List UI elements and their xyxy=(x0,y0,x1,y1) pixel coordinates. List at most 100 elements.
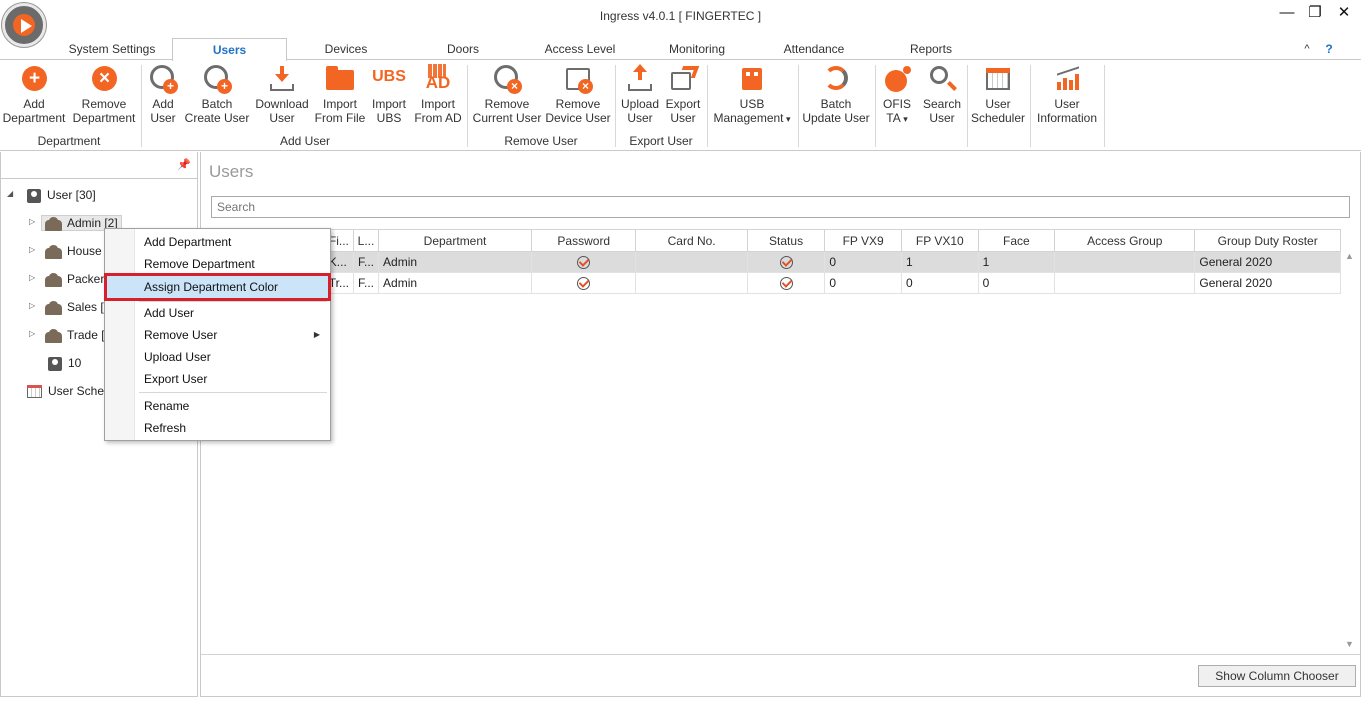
close-button[interactable]: ✕ xyxy=(1330,2,1358,24)
column-header-fp-vx9[interactable]: FP VX9 xyxy=(824,229,902,252)
menu-item-upload-user[interactable]: Upload User xyxy=(107,346,328,368)
group-label-export-user: Export User xyxy=(629,134,693,148)
check-icon xyxy=(577,277,591,291)
users-grid: Fi... L... Department Password Card No. … xyxy=(201,229,1341,294)
context-menu: Add Department Remove Department Assign … xyxy=(104,228,331,441)
tab-doors[interactable]: Doors xyxy=(438,38,488,60)
table-row[interactable]: Tr... F... Admin 0 0 0 General 2020 xyxy=(201,272,1341,294)
group-icon xyxy=(45,328,62,343)
import-from-file-button[interactable]: Import From File xyxy=(314,64,366,125)
tree-node-root[interactable]: User [30] xyxy=(27,184,96,206)
download-user-button[interactable]: Download User xyxy=(253,64,311,125)
user-scheduler-button[interactable]: User Scheduler xyxy=(970,64,1026,125)
minimize-button[interactable]: — xyxy=(1273,2,1301,24)
check-icon xyxy=(779,256,793,270)
group-icon xyxy=(45,300,62,315)
tree-node-sales[interactable]: Sales [1 xyxy=(45,296,110,318)
restore-button[interactable]: ❐ xyxy=(1301,2,1329,24)
user-icon xyxy=(27,188,41,203)
column-header-fp-vx10[interactable]: FP VX10 xyxy=(900,229,979,252)
column-header-group-duty-roster[interactable]: Group Duty Roster xyxy=(1194,229,1341,252)
calendar-icon xyxy=(27,385,42,399)
vertical-scrollbar[interactable]: ▲ ▼ xyxy=(1341,251,1359,651)
menu-item-remove-department[interactable]: Remove Department xyxy=(107,253,328,275)
batch-create-user-button[interactable]: + Batch Create User xyxy=(184,64,250,125)
tree-node-leaf[interactable]: 10 xyxy=(48,352,81,374)
search-input[interactable] xyxy=(211,196,1350,218)
tree-node-trade[interactable]: Trade [ xyxy=(45,324,105,346)
panel-title: Users xyxy=(209,162,254,181)
upload-icon xyxy=(624,64,656,94)
menu-item-refresh[interactable]: Refresh xyxy=(107,417,328,439)
tab-devices[interactable]: Devices xyxy=(311,38,381,60)
expand-arrow-icon[interactable]: ▷ xyxy=(29,273,35,282)
column-header-last-name[interactable]: L... xyxy=(352,229,380,252)
tab-reports[interactable]: Reports xyxy=(900,38,962,60)
menu-item-add-user[interactable]: Add User xyxy=(107,302,328,324)
export-user-button[interactable]: Export User xyxy=(663,64,703,125)
tab-attendance[interactable]: Attendance xyxy=(778,38,850,60)
group-label-add-user: Add User xyxy=(279,134,331,148)
check-icon xyxy=(577,256,591,270)
remove-current-user-button[interactable]: × Remove Current User xyxy=(471,64,543,125)
ofis-ta-icon xyxy=(881,64,913,94)
expand-arrow-icon[interactable]: ▷ xyxy=(29,217,35,226)
menu-item-remove-user[interactable]: Remove User ▶ xyxy=(107,324,328,346)
remove-device-user-button[interactable]: × Remove Device User xyxy=(545,64,611,125)
import-ubs-button[interactable]: UBS Import UBS xyxy=(368,64,410,126)
column-header-department[interactable]: Department xyxy=(378,229,533,252)
column-header-access-group[interactable]: Access Group xyxy=(1054,229,1196,252)
tab-monitoring[interactable]: Monitoring xyxy=(660,38,734,60)
collapse-arrow-icon[interactable]: ◢ xyxy=(7,189,13,198)
remove-user-icon: × xyxy=(491,64,523,94)
tab-users[interactable]: Users xyxy=(172,38,287,61)
ofis-ta-button[interactable]: OFIS TA xyxy=(879,64,915,126)
scroll-up-icon[interactable]: ▲ xyxy=(1345,251,1354,261)
user-icon xyxy=(48,356,62,371)
menu-item-rename[interactable]: Rename xyxy=(107,395,328,417)
import-from-ad-button[interactable]: AD Import From AD xyxy=(412,64,464,125)
tree-node-user-scheduler[interactable]: User Sched xyxy=(27,380,111,402)
batch-update-user-button[interactable]: Batch Update User xyxy=(801,64,871,125)
remove-circle-icon: × xyxy=(88,64,120,94)
add-department-button[interactable]: + Add Department xyxy=(2,64,66,125)
upload-user-button[interactable]: Upload User xyxy=(619,64,661,125)
export-icon xyxy=(667,64,700,94)
submenu-arrow-icon: ▶ xyxy=(313,330,320,339)
user-information-button[interactable]: User Information xyxy=(1034,64,1100,125)
menu-item-export-user[interactable]: Export User xyxy=(107,368,328,390)
users-panel: Users Fi... L... Department Password Car… xyxy=(200,152,1361,697)
calendar-icon xyxy=(982,64,1014,94)
usb-management-button[interactable]: USB Management xyxy=(710,64,794,126)
tab-access-level[interactable]: Access Level xyxy=(540,38,620,60)
ribbon-tabs: System Settings Users Devices Doors Acce… xyxy=(0,38,1361,61)
tree-node-packer[interactable]: Packer xyxy=(45,268,104,290)
search-user-button[interactable]: Search User xyxy=(920,64,964,125)
expand-arrow-icon[interactable]: ▷ xyxy=(29,245,35,254)
download-icon xyxy=(266,64,298,94)
add-user-button[interactable]: + Add User xyxy=(145,64,181,125)
table-row[interactable]: K... F... Admin 0 1 1 General 2020 xyxy=(201,251,1341,273)
expand-arrow-icon[interactable]: ▷ xyxy=(29,329,35,338)
remove-department-button[interactable]: × Remove Department xyxy=(70,64,138,125)
pin-icon[interactable]: 📌 xyxy=(177,158,191,171)
show-column-chooser-button[interactable]: Show Column Chooser xyxy=(1198,665,1356,687)
expand-arrow-icon[interactable]: ▷ xyxy=(29,301,35,310)
tab-system-settings[interactable]: System Settings xyxy=(62,38,162,60)
scroll-down-icon[interactable]: ▼ xyxy=(1345,639,1354,649)
tree-node-house[interactable]: House xyxy=(45,240,102,262)
column-header-card-no[interactable]: Card No. xyxy=(635,229,748,252)
ribbon: + Add Department × Remove Department Dep… xyxy=(0,59,1361,151)
menu-item-add-department[interactable]: Add Department xyxy=(107,231,328,253)
window-title: Ingress v4.0.1 [ FINGERTEC ] xyxy=(599,9,762,23)
ubs-icon: UBS xyxy=(372,68,406,85)
usb-icon xyxy=(736,64,768,94)
menu-item-assign-department-color[interactable]: Assign Department Color xyxy=(104,273,331,301)
add-user-icon: + xyxy=(147,64,179,94)
column-header-password[interactable]: Password xyxy=(531,229,637,252)
column-header-status[interactable]: Status xyxy=(746,229,826,252)
column-header-face[interactable]: Face xyxy=(977,229,1056,252)
help-icon[interactable]: ? xyxy=(1322,38,1336,60)
collapse-ribbon-icon[interactable]: ^ xyxy=(1300,38,1314,60)
group-label-remove-user: Remove User xyxy=(504,134,578,148)
